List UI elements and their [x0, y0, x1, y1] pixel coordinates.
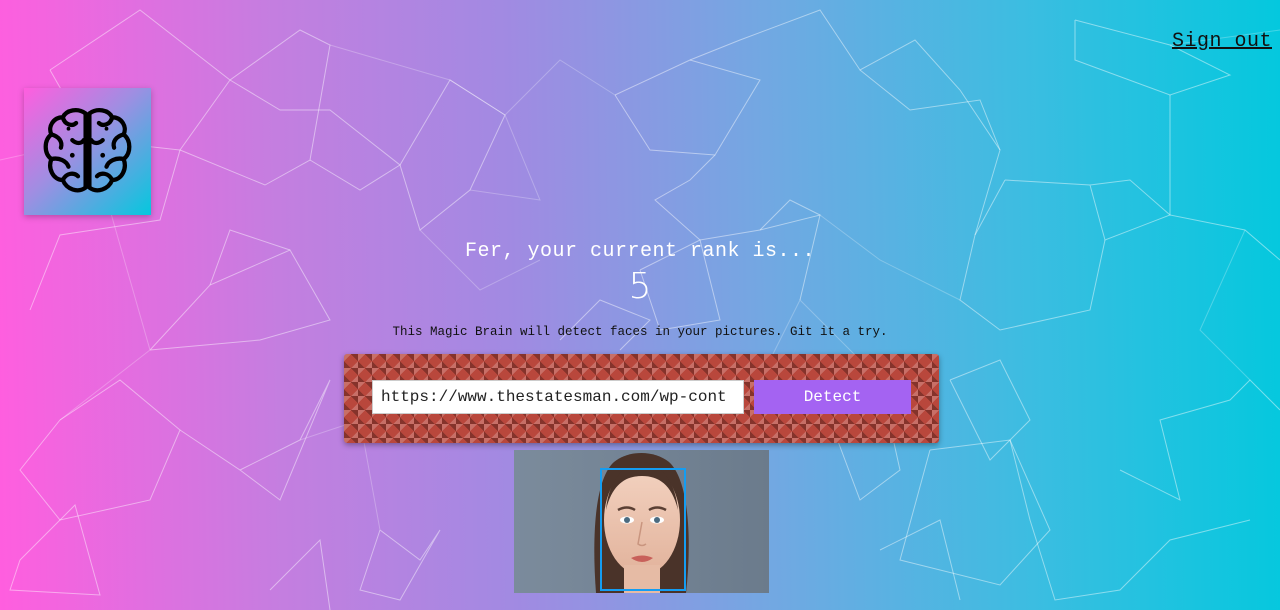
image-url-form: Detect	[344, 354, 939, 443]
rank-message: Fer, your current rank is...	[464, 240, 816, 263]
sign-out-link[interactable]: Sign out	[1172, 30, 1272, 53]
tagline: This Magic Brain will detect faces in yo…	[392, 325, 888, 339]
brain-icon	[43, 108, 132, 193]
face-bounding-box	[600, 468, 686, 591]
image-url-input[interactable]	[372, 380, 744, 414]
result-image	[514, 450, 769, 593]
detect-button[interactable]: Detect	[754, 380, 911, 414]
rank-value: 5	[628, 266, 652, 307]
logo	[24, 88, 151, 215]
